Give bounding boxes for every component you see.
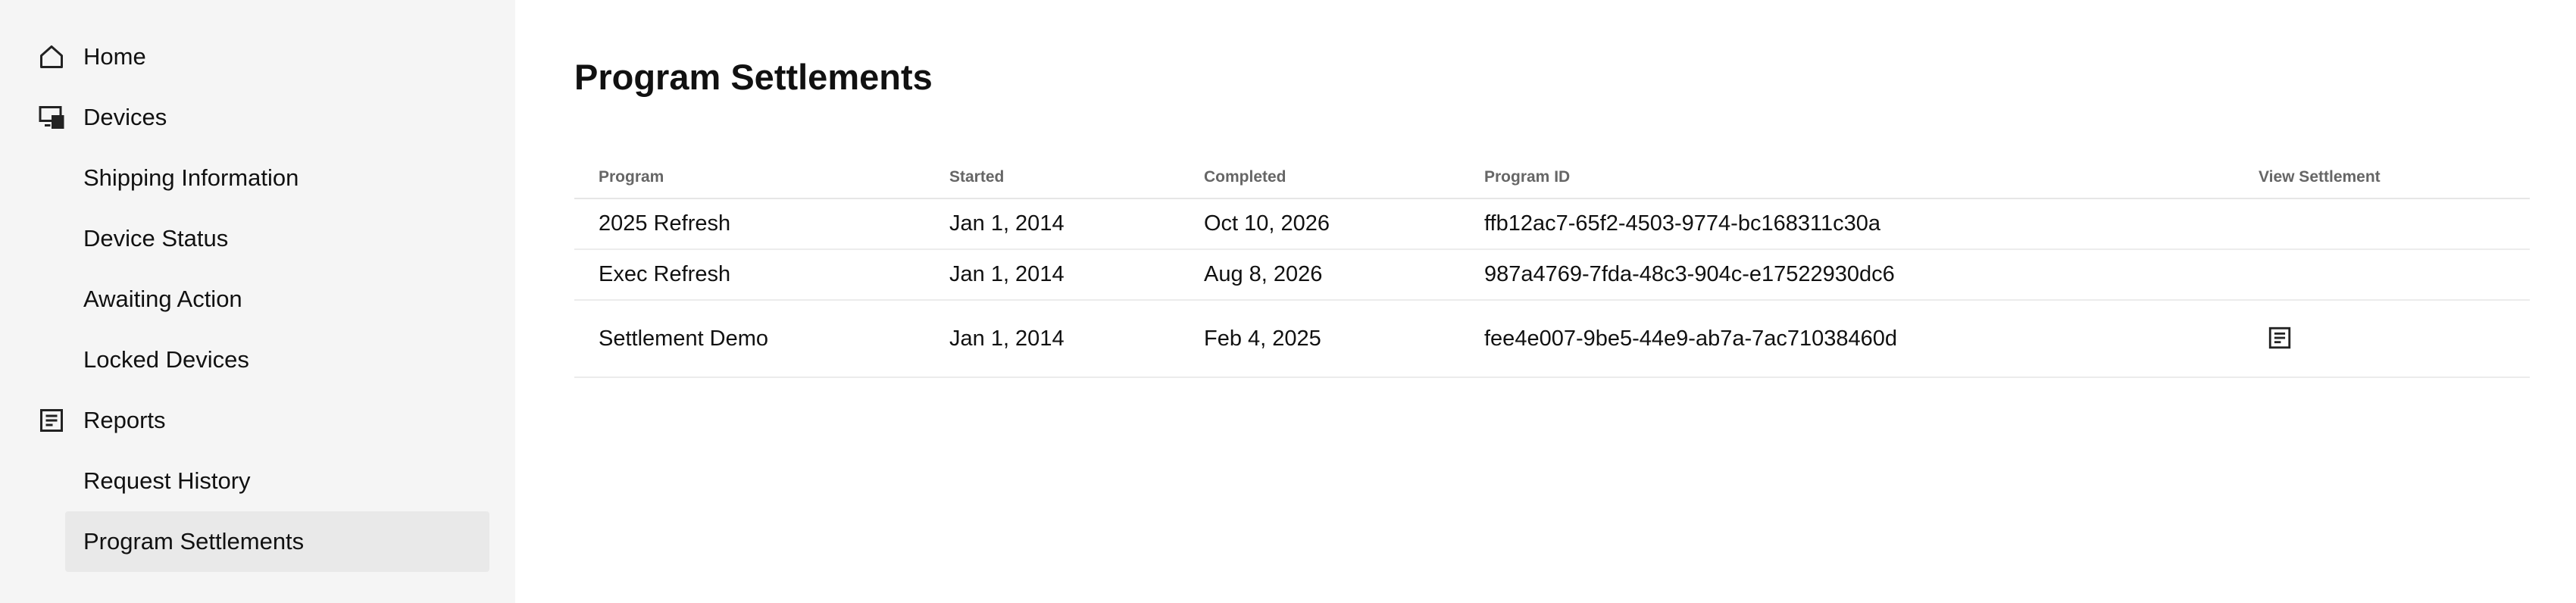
sidebar-item-label: Home (83, 43, 146, 70)
sidebar-item-label: Awaiting Action (83, 286, 242, 312)
table-row: Exec Refresh Jan 1, 2014 Aug 8, 2026 987… (574, 249, 2530, 301)
cell-started: Jan 1, 2014 (925, 249, 1180, 301)
sidebar-item-label: Device Status (83, 225, 229, 252)
table-row: 2025 Refresh Jan 1, 2014 Oct 10, 2026 ff… (574, 198, 2530, 250)
page-title: Program Settlements (574, 57, 933, 97)
table-row: Settlement Demo Jan 1, 2014 Feb 4, 2025 … (574, 300, 2530, 378)
devices-icon (36, 102, 67, 133)
sidebar-item-shipping-information[interactable]: Shipping Information (0, 148, 515, 208)
cell-program: Settlement Demo (574, 300, 925, 378)
cell-program: 2025 Refresh (574, 198, 925, 250)
sidebar-item-awaiting-action[interactable]: Awaiting Action (0, 269, 515, 330)
sidebar-item-label: Request History (83, 467, 251, 494)
main-content: Program Settlements Program Started Comp… (515, 0, 2576, 603)
sidebar: Home Devices Shipping Information Device… (0, 0, 515, 603)
cell-completed: Feb 4, 2025 (1180, 300, 1460, 378)
cell-view-settlement (2234, 249, 2530, 301)
sidebar-item-program-settlements[interactable]: Program Settlements (65, 511, 489, 572)
sidebar-item-devices[interactable]: Devices (0, 87, 515, 148)
cell-completed: Oct 10, 2026 (1180, 198, 1460, 250)
document-icon (2268, 326, 2291, 348)
cell-program-id: 987a4769-7fda-48c3-904c-e17522930dc6 (1460, 249, 2234, 301)
sidebar-item-request-history[interactable]: Request History (0, 451, 515, 511)
cell-program-id: ffb12ac7-65f2-4503-9774-bc168311c30a (1460, 198, 2234, 250)
view-settlement-button[interactable] (2263, 321, 2296, 355)
column-header-completed: Completed (1180, 156, 1460, 199)
cell-program: Exec Refresh (574, 249, 925, 301)
column-header-view-settlement: View Settlement (2234, 156, 2530, 199)
cell-started: Jan 1, 2014 (925, 300, 1180, 378)
sidebar-item-label: Shipping Information (83, 164, 299, 191)
column-header-started: Started (925, 156, 1180, 199)
table-header-row: Program Started Completed Program ID Vie… (574, 156, 2530, 199)
cell-view-settlement (2234, 300, 2530, 378)
cell-program-id: fee4e007-9be5-44e9-ab7a-7ac71038460d (1460, 300, 2234, 378)
sidebar-item-label: Devices (83, 104, 167, 130)
sidebar-item-label: Reports (83, 407, 166, 433)
sidebar-item-locked-devices[interactable]: Locked Devices (0, 330, 515, 390)
cell-completed: Aug 8, 2026 (1180, 249, 1460, 301)
sidebar-item-home[interactable]: Home (0, 27, 515, 87)
home-icon (36, 42, 67, 72)
cell-view-settlement (2234, 198, 2530, 250)
sidebar-item-reports[interactable]: Reports (0, 390, 515, 451)
report-icon (36, 405, 67, 436)
sidebar-item-device-status[interactable]: Device Status (0, 208, 515, 269)
column-header-program: Program (574, 156, 925, 199)
column-header-program-id: Program ID (1460, 156, 2234, 199)
settlements-table: Program Started Completed Program ID Vie… (574, 156, 2530, 378)
sidebar-item-label: Program Settlements (83, 528, 305, 555)
cell-started: Jan 1, 2014 (925, 198, 1180, 250)
app: Home Devices Shipping Information Device… (0, 0, 2576, 603)
sidebar-item-label: Locked Devices (83, 346, 249, 373)
